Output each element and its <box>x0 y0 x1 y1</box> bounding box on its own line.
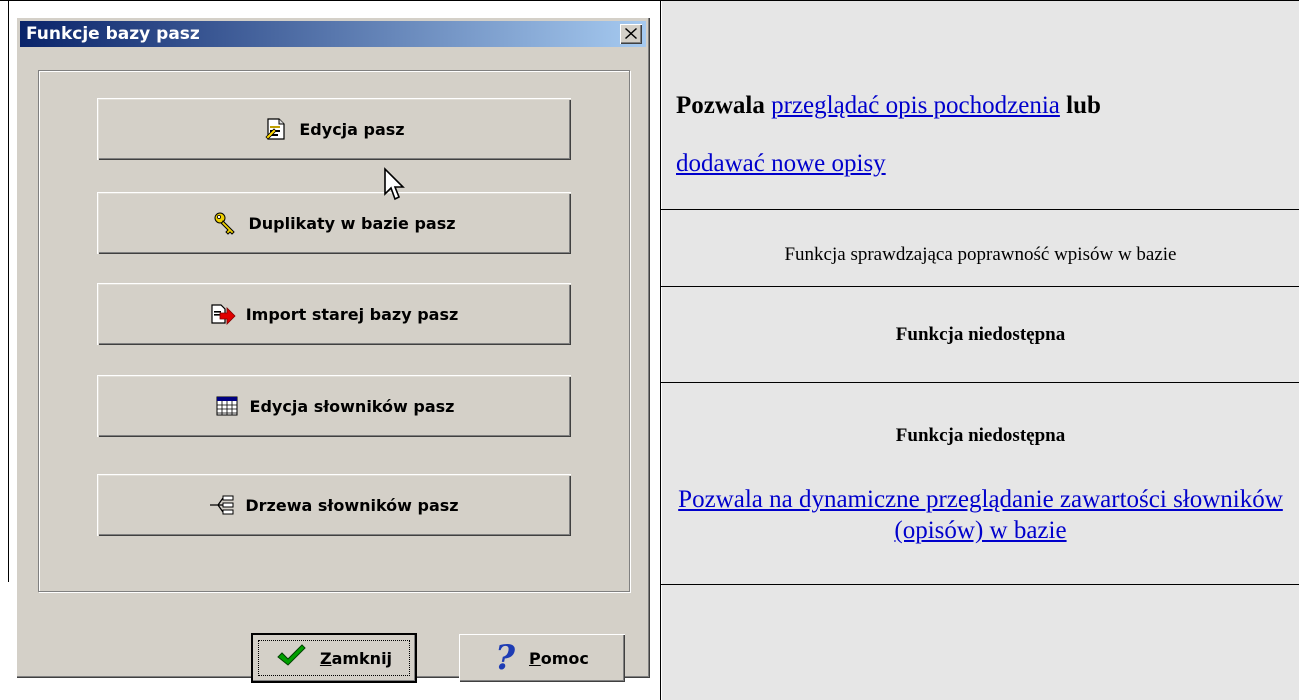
button-label: Edycja pasz <box>299 119 405 139</box>
import-old-database-button[interactable]: Import starej bazy pasz <box>97 283 571 345</box>
description-bold-text: lub <box>1066 92 1101 119</box>
edit-feeds-button[interactable]: Edycja pasz <box>97 98 571 160</box>
dictionary-trees-button[interactable]: Drzewa słowników pasz <box>97 474 571 536</box>
table-border-left <box>8 0 9 582</box>
mouse-pointer-icon <box>384 167 405 201</box>
button-label: Pomoc <box>529 648 589 668</box>
edit-dictionaries-button[interactable]: Edycja słowników pasz <box>97 375 571 437</box>
button-label: Duplikaty w bazie pasz <box>248 213 456 233</box>
table-border-mid <box>660 0 661 700</box>
button-label: Import starej bazy pasz <box>245 304 459 324</box>
button-label: Drzewa słowników pasz <box>245 495 459 515</box>
description-cell-2: Funkcja sprawdzająca poprawność wpisów w… <box>662 210 1299 286</box>
help-button[interactable]: ? Pomoc <box>459 634 625 682</box>
button-label: Edycja słowników pasz <box>249 396 455 416</box>
key-icon <box>212 210 238 236</box>
browse-dictionaries-link[interactable]: Pozwala na dynamiczne przeglądanie zawar… <box>678 486 1283 544</box>
duplicates-button[interactable]: Duplikaty w bazie pasz <box>97 192 571 254</box>
close-button[interactable]: Zamknij <box>251 633 417 683</box>
close-icon <box>625 28 637 39</box>
edit-document-icon <box>263 116 289 142</box>
close-window-button[interactable] <box>620 24 642 44</box>
question-mark-icon: ? <box>495 638 516 678</box>
dialog-title: Funkcje bazy pasz <box>26 24 200 44</box>
feed-functions-dialog: Funkcje bazy pasz Edycja pasz Duplikaty … <box>16 17 650 683</box>
description-bold-text: Pozwala <box>676 92 765 119</box>
browse-origin-link[interactable]: przeglądać opis pochodzenia <box>771 92 1060 119</box>
description-text: Funkcja sprawdzająca poprawność wpisów w… <box>784 244 1177 265</box>
description-cell-5 <box>662 585 1299 700</box>
dialog-titlebar[interactable]: Funkcje bazy pasz <box>20 21 646 47</box>
checkmark-icon <box>276 643 306 674</box>
tree-icon <box>209 492 235 518</box>
description-text: Funkcja niedostępna <box>895 324 1066 345</box>
description-cell-3: Funkcja niedostępna <box>662 287 1299 382</box>
description-text: Funkcja niedostępna <box>895 425 1066 446</box>
description-cell-4: Funkcja niedostępna Pozwala na dynamiczn… <box>662 383 1299 584</box>
button-label: Zamknij <box>319 648 393 668</box>
description-cell-1: Pozwala przeglądać opis pochodzenia lub … <box>662 1 1299 209</box>
import-arrow-icon <box>210 301 236 327</box>
table-icon <box>214 393 240 419</box>
add-descriptions-link[interactable]: dodawać nowe opisy <box>676 150 886 177</box>
